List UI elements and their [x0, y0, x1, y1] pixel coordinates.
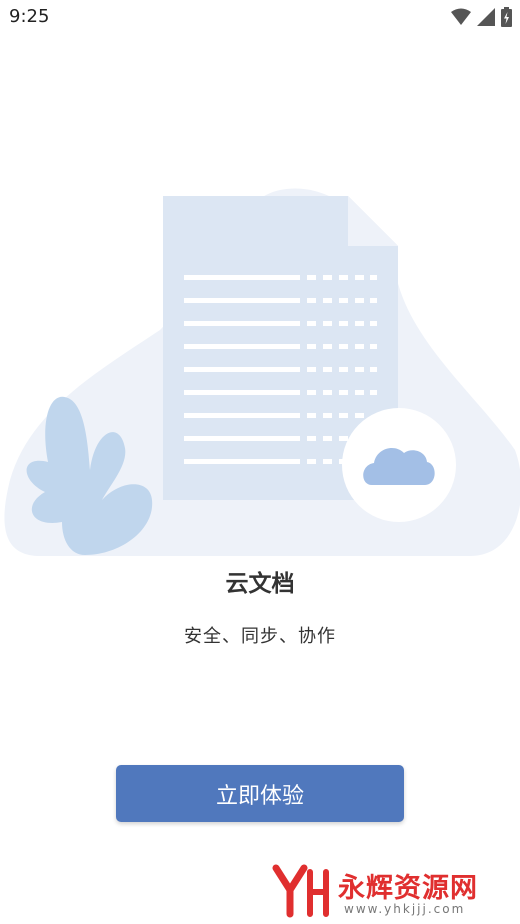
- watermark-text: 永辉资源网: [338, 873, 478, 904]
- status-icons: [451, 7, 512, 27]
- watermark-url: www.yhkjjj.com: [344, 902, 466, 916]
- cellular-signal-icon: [477, 8, 495, 26]
- battery-charging-icon: [501, 7, 512, 27]
- wifi-icon: [451, 8, 471, 25]
- page-subtitle: 安全、同步、协作: [184, 626, 336, 647]
- document-fold: [348, 196, 398, 246]
- status-time: 9:25: [9, 6, 50, 27]
- watermark-logo-icon: [272, 864, 329, 918]
- status-bar: 9:25: [0, 0, 520, 36]
- try-now-button[interactable]: 立即体验: [116, 765, 404, 822]
- page-title: 云文档: [225, 571, 295, 597]
- cloud-document-illustration: [4, 188, 520, 556]
- watermark: 永辉资源网 www.yhkjjj.com: [270, 860, 510, 920]
